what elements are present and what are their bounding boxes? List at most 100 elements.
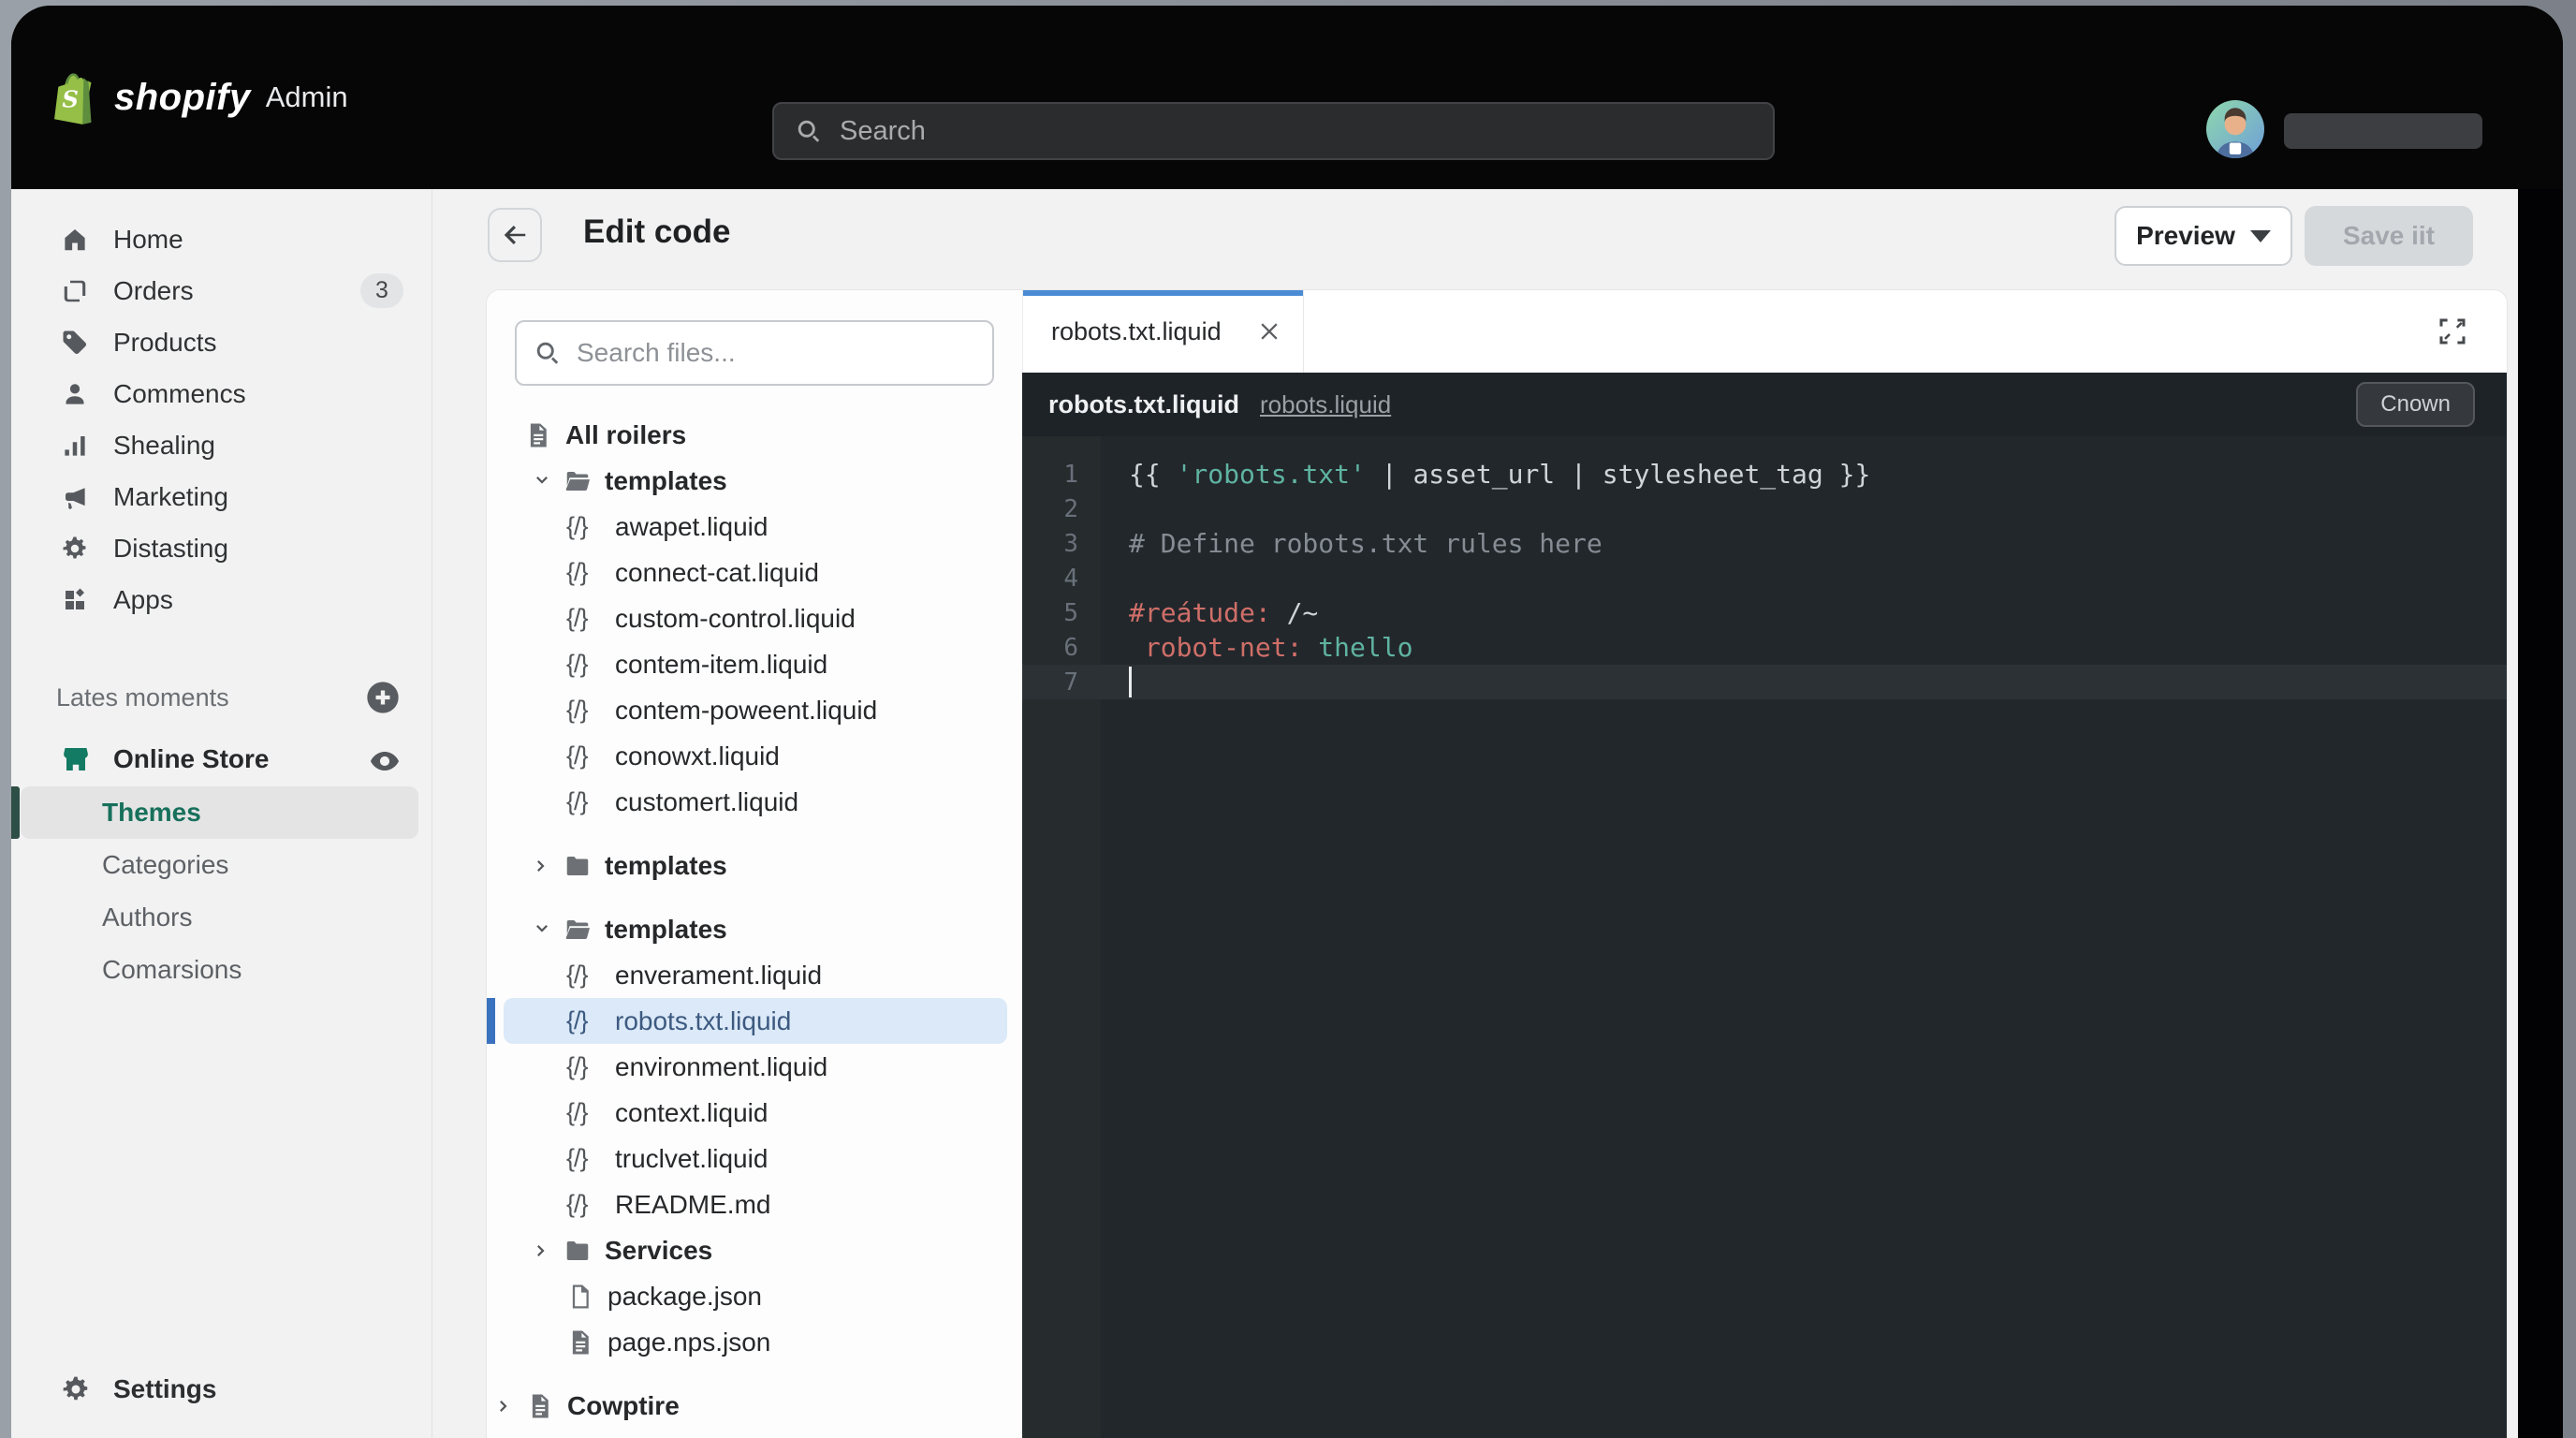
sidebar-item-marketing[interactable]: Marketing — [11, 471, 432, 522]
file-tree-item-context-liquid[interactable]: {/}context.liquid — [487, 1090, 1022, 1136]
eye-icon[interactable] — [368, 744, 402, 778]
file-name-label: README.md — [615, 1190, 770, 1220]
code-editor[interactable]: 1{{ 'robots.txt' | asset_url | styleshee… — [1022, 436, 2507, 1438]
file-tree-item-connect-cat-liquid[interactable]: {/}connect-cat.liquid — [487, 550, 1022, 595]
file-search[interactable] — [515, 320, 994, 386]
text-cursor — [1129, 667, 1132, 697]
expand-icon[interactable] — [2436, 315, 2469, 348]
file-tree-item-enverament-liquid[interactable]: {/}enverament.liquid — [487, 952, 1022, 998]
close-icon[interactable] — [1256, 318, 1282, 345]
file-tree-item-templates[interactable]: templates — [487, 843, 1022, 888]
sidebar-item-online-store[interactable]: Online Store — [11, 734, 432, 785]
file-tree-item-all-roilers[interactable]: All roilers — [487, 412, 1022, 458]
crown-button[interactable]: Cnown — [2356, 382, 2475, 427]
user-avatar[interactable] — [2206, 100, 2264, 158]
sidebar-item-label: Categories — [102, 850, 228, 880]
file-name-label: context.liquid — [615, 1098, 768, 1128]
file-tree-item-page-nps-json[interactable]: page.nps.json — [487, 1319, 1022, 1365]
code-line-2[interactable]: 2 — [1022, 492, 2507, 526]
editor-file-link[interactable]: robots.liquid — [1260, 390, 1391, 419]
file-tree-item-cowptire[interactable]: Cowptire — [487, 1383, 1022, 1429]
file-name-label: awapet.liquid — [615, 512, 768, 542]
file-tree-item-services[interactable]: Services — [487, 1227, 1022, 1273]
code-file-icon: {/} — [566, 961, 611, 990]
code-text — [1101, 667, 1132, 698]
account-name-pill[interactable] — [2284, 113, 2482, 149]
sidebar-section-label: Lates moments — [56, 683, 229, 712]
code-line-3[interactable]: 3# Define robots.txt rules here — [1022, 526, 2507, 561]
file-search-input[interactable] — [575, 337, 930, 369]
sidebar-item-orders[interactable]: Orders3 — [11, 265, 432, 316]
chevron-down-icon[interactable] — [532, 918, 564, 941]
sidebar-item-label: Apps — [113, 585, 173, 615]
sidebar-item-comarsions[interactable]: Comarsions — [11, 944, 432, 996]
code-line-6[interactable]: 6 robot-net: thello — [1022, 630, 2507, 665]
sidebar-nav: Home Orders3ProductsCommencs Shealing Marke… — [11, 213, 432, 625]
sidebar-item-commencs[interactable]: Commencs — [11, 368, 432, 419]
sidebar-item-authors[interactable]: Authors — [11, 891, 432, 944]
file-tree-item-readme-md[interactable]: {/}README.md — [487, 1181, 1022, 1227]
store-icon — [61, 744, 91, 774]
code-file-icon: {/} — [566, 1052, 611, 1081]
svg-text:S: S — [62, 85, 79, 112]
code-line-1[interactable]: 1{{ 'robots.txt' | asset_url | styleshee… — [1022, 457, 2507, 492]
apps-icon — [61, 586, 89, 614]
file-tree-item-custom-control-liquid[interactable]: {/}custom-control.liquid — [487, 595, 1022, 641]
chevron-right-icon[interactable] — [494, 1395, 526, 1417]
sidebar-item-home[interactable]: Home — [11, 213, 432, 265]
code-file-icon: {/} — [566, 1190, 611, 1219]
sidebar: Home Orders3ProductsCommencs Shealing Marke… — [11, 189, 432, 1438]
code-file-icon: {/} — [566, 650, 611, 679]
admin-content: Home Orders3ProductsCommencs Shealing Marke… — [11, 189, 2518, 1438]
doc-lines-icon — [526, 1392, 564, 1420]
global-search-input[interactable] — [838, 115, 1587, 148]
file-tree-item-templates[interactable]: templates — [487, 458, 1022, 504]
sidebar-item-label: Home — [113, 225, 183, 255]
file-name-label: Services — [605, 1236, 712, 1266]
file-tree-item-templates[interactable]: templates — [487, 906, 1022, 952]
doc-lines-icon — [524, 421, 562, 449]
sidebar-item-themes[interactable]: Themes — [21, 786, 418, 839]
sidebar-item-distasting[interactable]: Distasting — [11, 522, 432, 574]
chevron-right-icon[interactable] — [532, 855, 564, 877]
file-tree-item-contem-poweent-liquid[interactable]: {/}contem-poweent.liquid — [487, 687, 1022, 733]
file-tree-item-contem-item-liquid[interactable]: {/}contem-item.liquid — [487, 641, 1022, 687]
save-button[interactable]: Save iit — [2305, 206, 2473, 266]
global-search[interactable] — [772, 102, 1775, 160]
folder-open-icon — [564, 916, 601, 944]
add-sales-channel-button[interactable] — [364, 679, 402, 716]
preview-button[interactable]: Preview — [2115, 206, 2292, 266]
sidebar-item-label: Online Store — [113, 744, 269, 774]
file-name-label: connect-cat.liquid — [615, 558, 819, 588]
file-tree-item-environment-liquid[interactable]: {/}environment.liquid — [487, 1044, 1022, 1090]
sidebar-item-apps[interactable]: Apps — [11, 574, 432, 625]
sidebar-item-label: Authors — [102, 902, 193, 932]
file-tree-item-awapet-liquid[interactable]: {/}awapet.liquid — [487, 504, 1022, 550]
file-tree-item-truclvet-liquid[interactable]: {/}truclvet.liquid — [487, 1136, 1022, 1181]
sidebar-item-label: Shealing — [113, 431, 215, 461]
code-text: robot-net: thello — [1101, 632, 1412, 663]
home-icon — [61, 226, 89, 254]
file-tree-item-package-json[interactable]: package.json — [487, 1273, 1022, 1319]
back-button[interactable] — [488, 208, 542, 262]
file-tree-item-robots-txt-liquid[interactable]: {/}robots.txt.liquid — [504, 998, 1007, 1044]
code-line-5[interactable]: 5#reátude: /~ — [1022, 595, 2507, 630]
chevron-down-icon[interactable] — [532, 470, 564, 492]
sidebar-item-settings[interactable]: Settings — [11, 1363, 432, 1416]
file-name-label: conowxt.liquid — [615, 741, 780, 771]
store-submenu: Themes Categories Authors Comarsions — [11, 786, 432, 996]
code-line-7[interactable]: 7 — [1022, 665, 2507, 699]
sidebar-item-categories[interactable]: Categories — [11, 839, 432, 891]
code-line-4[interactable]: 4 — [1022, 561, 2507, 595]
file-tree-item-customert-liquid[interactable]: {/}customert.liquid — [487, 779, 1022, 825]
sidebar-item-products[interactable]: Products — [11, 316, 432, 368]
sidebar-item-label: Comarsions — [102, 955, 242, 985]
file-tree-item-conowxt-liquid[interactable]: {/}conowxt.liquid — [487, 733, 1022, 779]
arrow-left-icon — [501, 221, 529, 249]
tab-robots-txt-liquid[interactable]: robots.txt.liquid — [1023, 290, 1304, 373]
chevron-right-icon[interactable] — [532, 1240, 564, 1262]
sidebar-item-shealing[interactable]: Shealing — [11, 419, 432, 471]
tag-icon — [61, 329, 89, 357]
code-file-icon: {/} — [566, 1144, 611, 1173]
code-file-icon: {/} — [566, 1006, 611, 1035]
